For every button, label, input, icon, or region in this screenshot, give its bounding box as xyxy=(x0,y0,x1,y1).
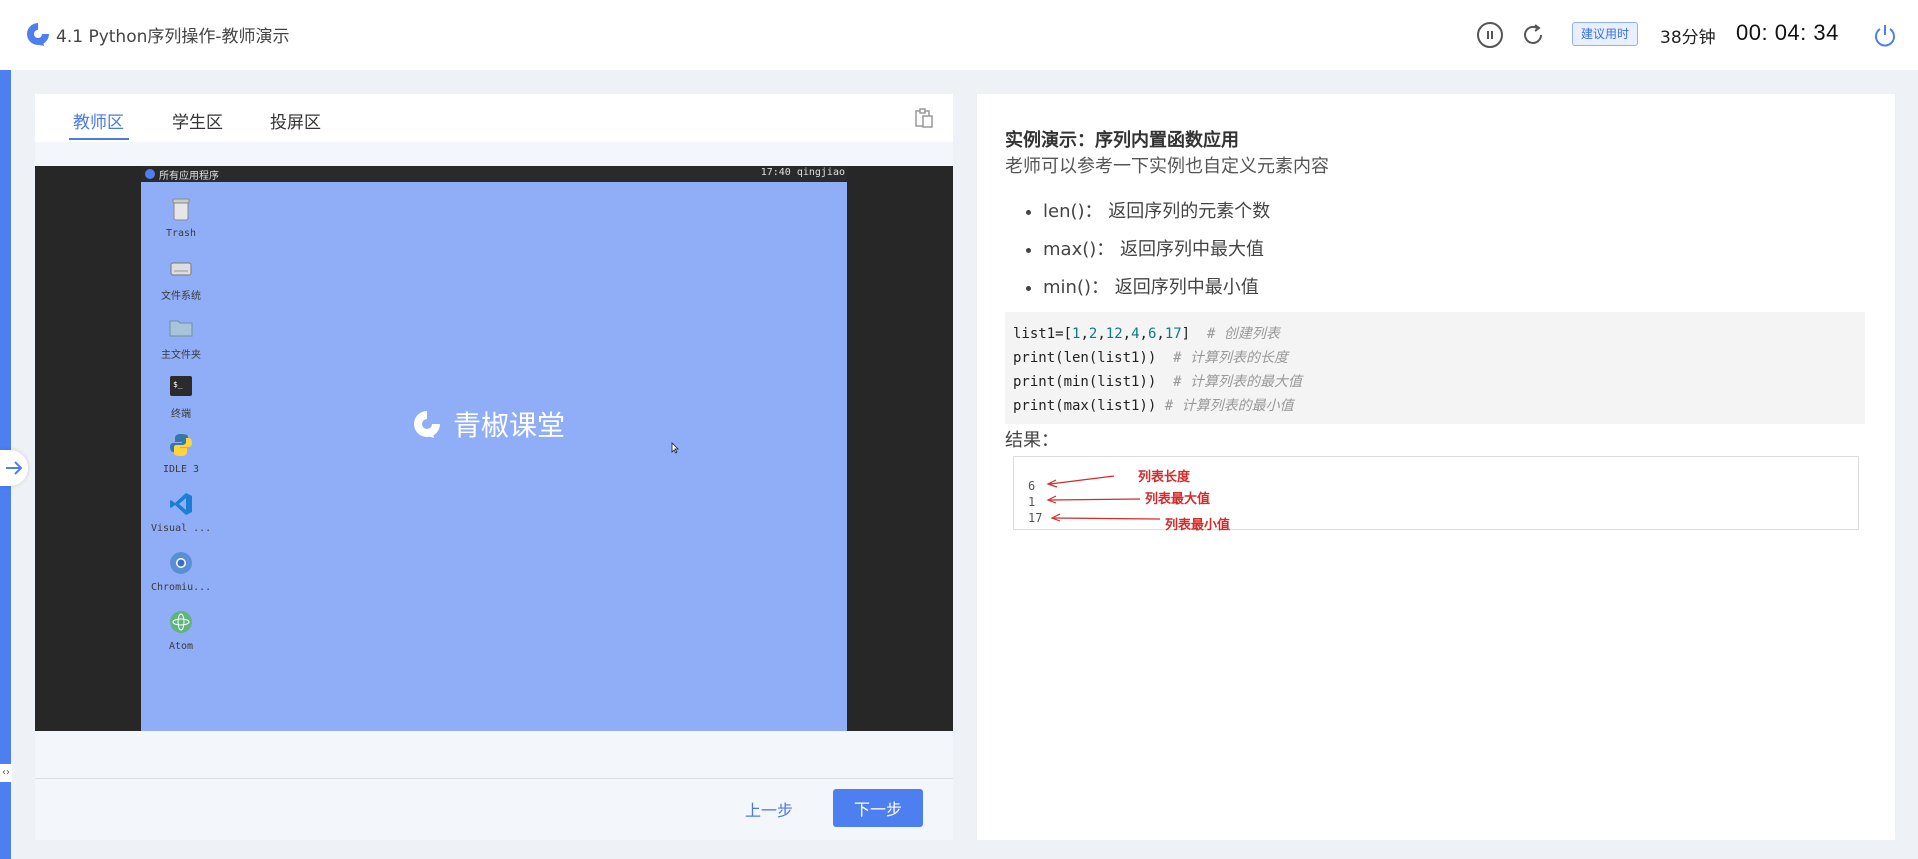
trash-icon xyxy=(172,198,190,221)
pause-icon xyxy=(1487,31,1493,39)
power-icon[interactable] xyxy=(1872,22,1898,48)
desktop-icon-home[interactable]: 主文件夹 xyxy=(151,314,211,361)
list-item-min: min()： 返回序列中最小值 xyxy=(1043,273,1270,299)
next-step-button[interactable]: 下一步 xyxy=(833,789,923,827)
result-output: 6 1 17 列表长度 列表最大值 列表最小值 xyxy=(1013,456,1859,533)
svg-text:$_: $_ xyxy=(173,380,183,389)
code-line: list1=[1,2,12,4,6,17] # 创建列表 xyxy=(1013,326,1280,342)
desktop-taskbar: 所有应用程序 17:40 qingjiao xyxy=(141,166,847,182)
desktop-icon-terminal[interactable]: $_ 终端 xyxy=(151,373,211,420)
taskbar-logo-icon xyxy=(145,169,155,179)
list-item-max: max()： 返回序列中最大值 xyxy=(1043,235,1270,261)
top-header: 4.1 Python序列操作-教师演示 建议用时 38分钟 00: 04: 34 xyxy=(0,0,1918,70)
area-tabs: 教师区 学生区 投屏区 xyxy=(35,94,953,142)
annotation-max: 列表最大值 xyxy=(1145,492,1211,507)
previous-step-button[interactable]: 上一步 xyxy=(745,797,793,821)
example-title: 实例演示：序列内置函数应用 xyxy=(1005,130,1239,151)
annotation-min: 列表最小值 xyxy=(1165,518,1231,533)
tab-projection[interactable]: 投屏区 xyxy=(270,108,321,133)
chromium-icon xyxy=(170,552,192,574)
brand-logo-icon xyxy=(414,411,440,438)
annotation-length: 列表长度 xyxy=(1138,470,1191,485)
desktop-icon-vscode[interactable]: Visual ... xyxy=(151,491,211,534)
code-line: print(len(list1)) # 计算列表的长度 xyxy=(1013,350,1289,366)
clipboard-icon[interactable] xyxy=(913,107,935,129)
qingjiao-brand: 青椒课堂 xyxy=(411,404,565,444)
desktop-icon-idle[interactable]: IDLE 3 xyxy=(151,432,211,475)
code-line: print(max(list1)) # 计算列表的最小值 xyxy=(1013,398,1294,414)
content-panel: 实例演示：序列内置函数应用 老师可以参考一下实例也自定义元素内容 len()： … xyxy=(977,94,1895,840)
all-apps-menu[interactable]: 所有应用程序 xyxy=(159,167,219,182)
atom-icon xyxy=(170,611,192,633)
teacher-panel: 教师区 学生区 投屏区 所有应用程序 17:40 qingjiao Trash xyxy=(35,94,953,840)
tab-student[interactable]: 学生区 xyxy=(172,108,223,133)
python-icon xyxy=(170,434,192,456)
example-subtitle: 老师可以参考一下实例也自定义元素内容 xyxy=(1005,156,1329,177)
mouse-cursor-icon xyxy=(671,442,679,454)
refresh-icon[interactable] xyxy=(1520,22,1546,48)
result-label: 结果： xyxy=(1005,430,1059,451)
desktop-area[interactable]: 所有应用程序 17:40 qingjiao Trash 文件系统 主文件夹 $_… xyxy=(141,166,847,731)
arrow-right-icon xyxy=(6,461,23,475)
tab-teacher[interactable]: 教师区 xyxy=(73,108,124,133)
suggested-minutes: 38分钟 xyxy=(1660,28,1716,48)
collapse-toggle-icon[interactable]: ‹› xyxy=(0,764,12,782)
suggested-time-badge: 建议用时 xyxy=(1572,22,1639,46)
desktop-icon-atom[interactable]: Atom xyxy=(151,609,211,652)
code-block[interactable]: list1=[1,2,12,4,6,17] # 创建列表 print(len(l… xyxy=(1005,312,1865,424)
lesson-title: 4.1 Python序列操作-教师演示 xyxy=(56,27,290,47)
app-logo-icon xyxy=(27,23,49,46)
code-line: print(min(list1)) # 计算列表的最大值 xyxy=(1013,374,1303,390)
elapsed-timer: 00: 04: 34 xyxy=(1736,20,1839,45)
pause-button[interactable] xyxy=(1477,22,1503,48)
step-navigation: 上一步 下一步 xyxy=(35,778,953,840)
vscode-icon xyxy=(170,493,192,515)
brand-text: 青椒课堂 xyxy=(453,409,566,442)
desktop-icon-trash[interactable]: Trash xyxy=(151,196,211,239)
remote-desktop-viewer[interactable]: 所有应用程序 17:40 qingjiao Trash 文件系统 主文件夹 $_… xyxy=(35,166,953,731)
terminal-icon: $_ xyxy=(170,376,192,396)
list-item-len: len()： 返回序列的元素个数 xyxy=(1043,197,1270,223)
drive-icon xyxy=(170,262,192,276)
taskbar-clock: 17:40 qingjiao xyxy=(760,167,845,178)
folder-icon xyxy=(169,320,193,337)
function-list: len()： 返回序列的元素个数 max()： 返回序列中最大值 min()： … xyxy=(1023,197,1270,311)
desktop-icon-filesystem[interactable]: 文件系统 xyxy=(151,255,211,302)
expand-sidebar-button[interactable] xyxy=(0,450,28,486)
desktop-icon-chromium[interactable]: Chromiu... xyxy=(151,550,211,593)
tab-active-indicator xyxy=(69,138,129,140)
